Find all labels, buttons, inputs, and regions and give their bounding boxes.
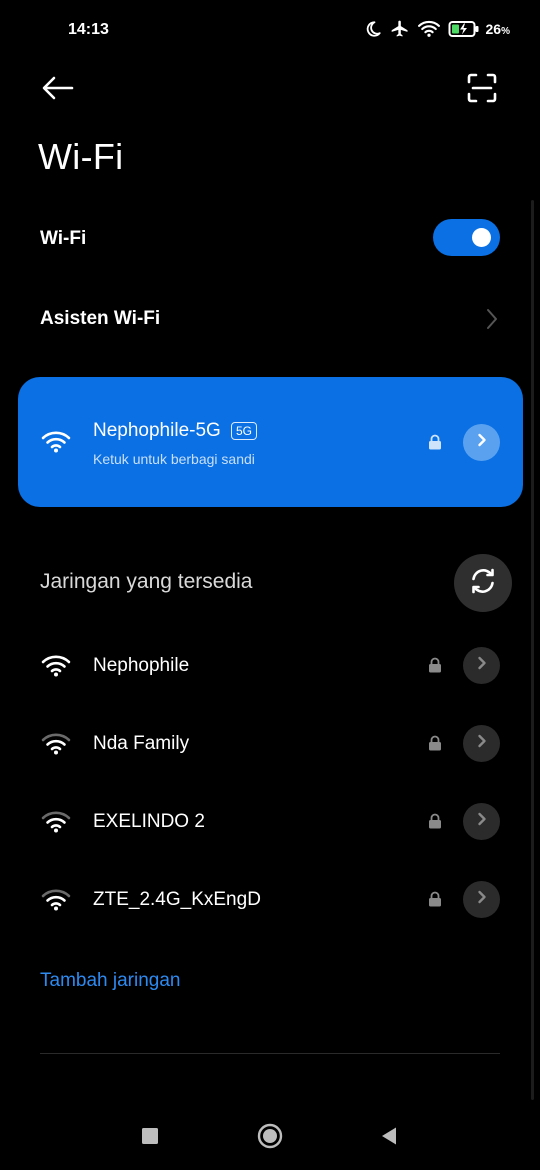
chevron-right-icon: [477, 890, 487, 909]
home-button[interactable]: [255, 1123, 285, 1153]
back-button[interactable]: [36, 72, 80, 108]
wifi-assistant-label: Asisten Wi-Fi: [40, 308, 161, 329]
lock-icon: [428, 891, 442, 907]
status-bar: 14:13 26%: [0, 0, 540, 62]
chevron-right-icon: [477, 433, 487, 452]
page-title: Wi-Fi: [38, 136, 124, 177]
wifi-toggle-label: Wi-Fi: [40, 228, 87, 249]
airplane-icon: [390, 19, 410, 39]
band-badge: 5G: [231, 422, 258, 440]
scrollbar[interactable]: [531, 200, 534, 1100]
list-item-network-nda-family[interactable]: [0, 705, 540, 783]
wifi-signal-icon: [41, 654, 71, 678]
refresh-icon: [468, 566, 498, 601]
scan-qr-icon: [467, 73, 497, 108]
list-item-network-exelindo-2[interactable]: [0, 783, 540, 861]
available-networks-title: Jaringan yang tersedia: [40, 570, 253, 593]
network-details-button[interactable]: [463, 803, 500, 840]
add-network-link[interactable]: Tambah jaringan: [40, 970, 180, 992]
scan-qr-button[interactable]: [464, 72, 500, 108]
network-name: ZTE_2.4G_KxEngD: [93, 889, 261, 910]
navigation-bar: [0, 1105, 540, 1170]
connected-network-name: Nephophile-5G: [93, 420, 221, 441]
recents-square-icon: [141, 1127, 159, 1150]
wifi-signal-icon: [41, 732, 71, 756]
connected-network-subtitle: Ketuk untuk berbagi sandi: [93, 451, 255, 467]
wifi-icon: [417, 20, 440, 38]
lock-icon: [428, 813, 442, 829]
arrow-left-icon: [42, 76, 74, 105]
recents-button[interactable]: [135, 1123, 165, 1153]
wifi-signal-icon: [41, 430, 71, 454]
list-item-network-nephophile[interactable]: [0, 627, 540, 705]
moon-icon: [364, 20, 382, 38]
status-icons: 26%: [364, 19, 510, 39]
network-details-button[interactable]: [463, 881, 500, 918]
connected-network-card[interactable]: [18, 377, 523, 507]
battery-charging-icon: [448, 20, 480, 38]
chevron-right-icon: [477, 656, 487, 675]
lock-icon: [428, 735, 442, 751]
home-circle-icon: [257, 1123, 283, 1154]
network-name: Nephophile: [93, 655, 190, 676]
wifi-signal-icon: [41, 888, 71, 912]
status-time: 14:13: [68, 21, 109, 38]
toggle-knob: [472, 228, 491, 247]
back-triangle-icon: [380, 1126, 398, 1151]
connected-network-details-button[interactable]: [463, 424, 500, 461]
top-bar: [0, 62, 540, 122]
chevron-right-icon: [477, 734, 487, 753]
refresh-button[interactable]: [454, 554, 512, 612]
lock-icon: [428, 657, 442, 673]
divider: [40, 1053, 500, 1054]
chevron-right-icon: [477, 812, 487, 831]
back-nav-button[interactable]: [374, 1123, 404, 1153]
wifi-toggle[interactable]: [433, 219, 500, 256]
lock-icon: [428, 434, 442, 450]
wifi-assistant-row[interactable]: Asisten Wi-Fi: [0, 286, 540, 350]
network-details-button[interactable]: [463, 725, 500, 762]
network-details-button[interactable]: [463, 647, 500, 684]
chevron-right-icon: [486, 308, 498, 335]
network-name: EXELINDO 2: [93, 811, 205, 832]
wifi-signal-icon: [41, 810, 71, 834]
network-name: Nda Family: [93, 733, 190, 754]
battery-percent: 26%: [485, 21, 510, 37]
list-item-network-zte[interactable]: [0, 861, 540, 939]
